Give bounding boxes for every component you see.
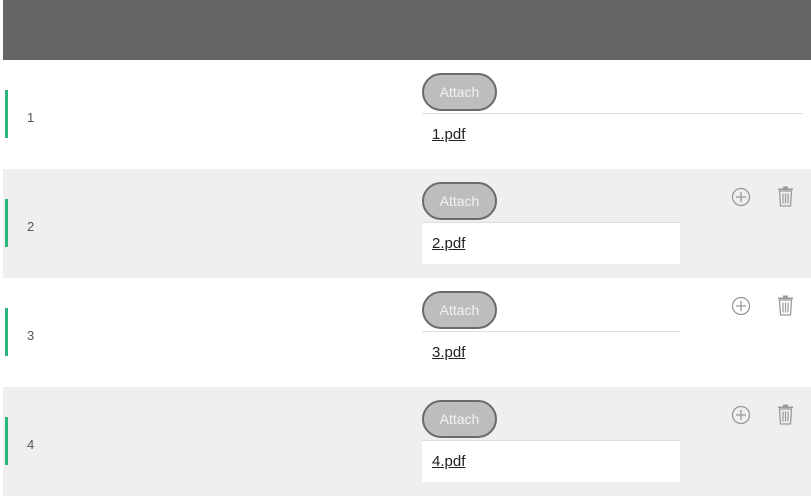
table-row: 4 Attach 4.pdf bbox=[3, 387, 811, 496]
table-row: 1 Attach 1.pdf bbox=[3, 60, 811, 169]
add-circle-icon[interactable] bbox=[731, 296, 751, 316]
attachment-list: 1 Attach 1.pdf 2 Attach 2.pdf 3 Attach 3… bbox=[3, 60, 811, 496]
file-box: 2.pdf bbox=[422, 222, 680, 264]
add-circle-icon[interactable] bbox=[731, 405, 751, 425]
row-accent-bar bbox=[5, 199, 8, 247]
file-link[interactable]: 4.pdf bbox=[432, 453, 465, 470]
attach-button[interactable]: Attach bbox=[422, 400, 497, 438]
row-accent-bar bbox=[5, 308, 8, 356]
row-accent-bar bbox=[5, 90, 8, 138]
row-number: 2 bbox=[27, 219, 35, 234]
table-row: 2 Attach 2.pdf bbox=[3, 169, 811, 278]
file-link[interactable]: 3.pdf bbox=[432, 344, 465, 361]
trash-icon[interactable] bbox=[777, 404, 794, 425]
file-box: 1.pdf bbox=[422, 113, 803, 155]
row-number: 3 bbox=[27, 328, 35, 343]
trash-icon[interactable] bbox=[777, 295, 794, 316]
trash-icon[interactable] bbox=[777, 186, 794, 207]
row-accent-bar bbox=[5, 417, 8, 465]
row-number: 4 bbox=[27, 437, 35, 452]
attach-button[interactable]: Attach bbox=[422, 73, 497, 111]
file-box: 3.pdf bbox=[422, 331, 680, 373]
attach-button[interactable]: Attach bbox=[422, 291, 497, 329]
file-box: 4.pdf bbox=[422, 440, 680, 482]
add-circle-icon[interactable] bbox=[731, 187, 751, 207]
table-row: 3 Attach 3.pdf bbox=[3, 278, 811, 387]
row-number: 1 bbox=[27, 110, 35, 125]
file-link[interactable]: 2.pdf bbox=[432, 235, 465, 252]
header-bar bbox=[3, 0, 811, 60]
attach-button[interactable]: Attach bbox=[422, 182, 497, 220]
file-link[interactable]: 1.pdf bbox=[432, 126, 465, 143]
